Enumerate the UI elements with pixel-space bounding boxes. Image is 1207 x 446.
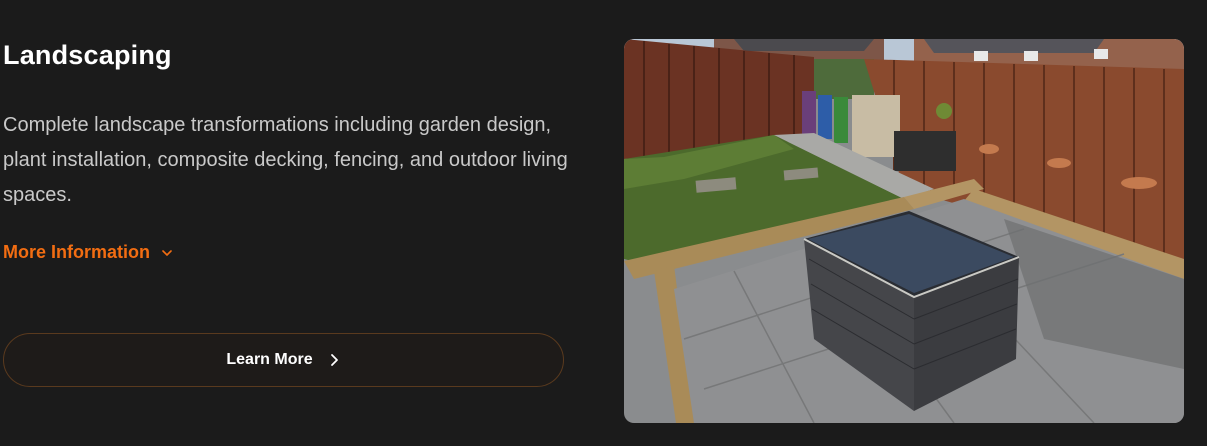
learn-more-button[interactable]: Learn More bbox=[3, 333, 564, 387]
chevron-right-icon bbox=[330, 354, 338, 366]
service-card: Landscaping Complete landscape transform… bbox=[0, 0, 1207, 446]
learn-more-label: Learn More bbox=[226, 351, 313, 368]
more-information-toggle[interactable]: More Information bbox=[3, 242, 174, 263]
more-information-label: More Information bbox=[3, 242, 150, 262]
service-title: Landscaping bbox=[3, 40, 172, 70]
service-text-column: Landscaping Complete landscape transform… bbox=[3, 0, 568, 446]
service-description: Complete landscape transformations inclu… bbox=[3, 114, 568, 206]
landscaping-photo bbox=[624, 39, 1184, 423]
garden-patio-illustration bbox=[624, 39, 1184, 423]
chevron-down-icon bbox=[162, 249, 172, 256]
